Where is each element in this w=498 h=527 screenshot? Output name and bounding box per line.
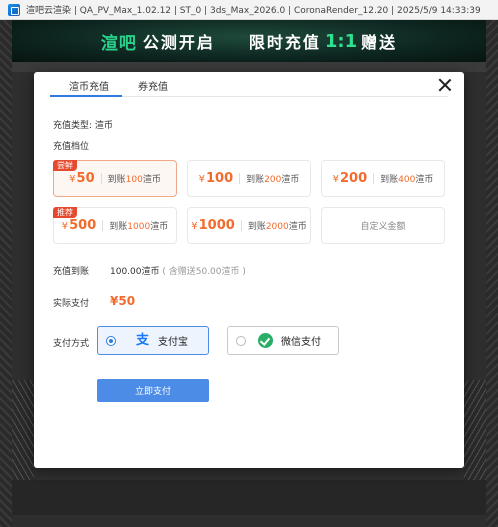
- option-price: ¥1000: [191, 218, 235, 233]
- custom-amount-button[interactable]: 自定义金额: [321, 207, 445, 244]
- pay-method-label: 支付方式: [53, 339, 90, 349]
- option-price: ¥500: [61, 218, 97, 233]
- arrive-row: 充值到账: [53, 264, 89, 277]
- banner-logo: 渲吧: [100, 33, 137, 54]
- custom-amount-label: 自定义金额: [360, 222, 406, 232]
- recharge-level-label: 充值档位: [53, 142, 90, 152]
- promo-banner[interactable]: 渲吧 公测开启 限时充值 1:1 赠送: [12, 20, 486, 62]
- banner-right-text: 限时充值: [248, 33, 321, 52]
- option-receive: 到账100渲币: [107, 175, 161, 185]
- option-price: ¥50: [69, 171, 95, 186]
- recharge-dialog: 渲币充值 券充值 充值类型: 渲币 充值档位 尝鲜 ¥50 到账100渲币 ¥1…: [34, 72, 464, 468]
- wechat-pay-label: 微信支付: [281, 337, 321, 348]
- arrive-label: 充值到账: [53, 267, 90, 277]
- recharge-type-value: 渲币: [94, 121, 113, 131]
- banner-ratio: 1:1: [324, 30, 358, 52]
- badge-trial: 尝鲜: [53, 160, 77, 171]
- banner-end-text: 赠送: [361, 33, 398, 52]
- close-icon[interactable]: [438, 78, 452, 92]
- actual-pay-amount: ¥50: [110, 294, 136, 308]
- viewport-texture-right: [464, 380, 486, 480]
- option-price: ¥100: [198, 171, 234, 186]
- window-title: 渲吧云渲染 | QA_PV_Max_1.02.12 | ST_0 | 3ds_M…: [26, 6, 481, 16]
- recharge-type: 充值类型: 渲币: [53, 118, 113, 131]
- badge-recommended: 推荐: [53, 207, 77, 218]
- banner-left-text: 公测开启: [142, 33, 215, 52]
- option-receive: 到账2000渲币: [247, 222, 307, 232]
- viewport-right-edge: [486, 20, 498, 527]
- recharge-option-50[interactable]: 尝鲜 ¥50 到账100渲币: [53, 160, 177, 197]
- recharge-option-500[interactable]: 推荐 ¥500 到账1000渲币: [53, 207, 177, 244]
- option-receive: 到账200渲币: [246, 175, 300, 185]
- viewport-left-edge: [0, 20, 12, 527]
- alipay-option[interactable]: 支 支付宝: [97, 326, 209, 355]
- pay-now-button[interactable]: 立即支付: [97, 379, 209, 402]
- active-tab-indicator: [50, 95, 122, 97]
- tab-coin-recharge[interactable]: 渲币充值: [56, 78, 122, 93]
- tab-voucher-recharge[interactable]: 券充值: [138, 78, 168, 93]
- recharge-option-100[interactable]: ¥100 到账200渲币: [187, 160, 311, 197]
- viewport-texture-left: [12, 380, 34, 480]
- arrive-note: ( 含赠送50.00渲币 ): [162, 267, 246, 277]
- recharge-option-200[interactable]: ¥200 到账400渲币: [321, 160, 445, 197]
- tab-bar: 渲币充值 券充值: [50, 72, 448, 97]
- actual-pay-label: 实际支付: [53, 299, 90, 309]
- option-price: ¥200: [332, 171, 368, 186]
- recharge-type-label: 充值类型:: [53, 121, 93, 131]
- window-titlebar: 渲吧云渲染 | QA_PV_Max_1.02.12 | ST_0 | 3ds_M…: [0, 0, 498, 20]
- recharge-option-1000[interactable]: ¥1000 到账2000渲币: [187, 207, 311, 244]
- radio-unselected[interactable]: [236, 335, 246, 346]
- arrive-value-row: 100.00渲币 ( 含赠送50.00渲币 ): [110, 264, 246, 277]
- wechat-pay-icon: [258, 333, 273, 348]
- app-icon: [8, 3, 20, 16]
- radio-selected[interactable]: [106, 335, 116, 346]
- toolbar-strip: [12, 62, 486, 72]
- wechat-pay-option[interactable]: 微信支付: [227, 326, 339, 355]
- option-receive: 到账400渲币: [380, 175, 434, 185]
- option-receive: 到账1000渲币: [109, 222, 169, 232]
- viewport-bottom: [12, 480, 486, 515]
- alipay-icon: 支: [136, 332, 150, 348]
- alipay-label: 支付宝: [158, 337, 188, 348]
- arrive-value: 100.00渲币: [110, 267, 160, 277]
